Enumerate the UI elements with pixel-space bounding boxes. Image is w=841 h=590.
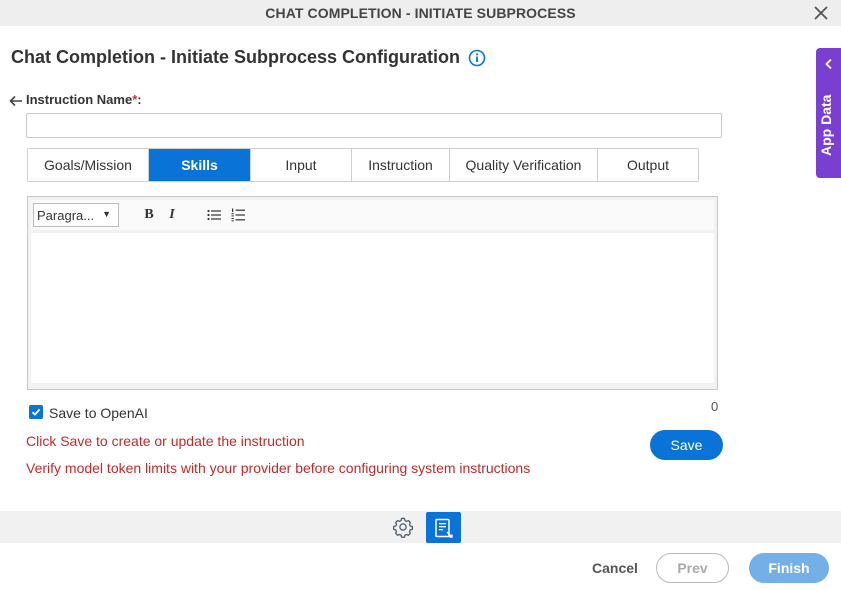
- label-colon: :: [137, 92, 142, 107]
- document-view-icon: [434, 518, 453, 538]
- checkmark-icon: [31, 408, 41, 416]
- arrow-left-icon[interactable]: [8, 93, 24, 109]
- finish-button[interactable]: Finish: [749, 553, 829, 583]
- character-count: 0: [711, 399, 719, 414]
- page-heading: Chat Completion - Initiate Subprocess Co…: [11, 47, 486, 68]
- save-to-openai-checkbox[interactable]: [29, 405, 43, 419]
- bottom-toolbar: [0, 511, 841, 543]
- dialog-title: CHAT COMPLETION - INITIATE SUBPROCESS: [265, 5, 576, 21]
- save-hint-message: Click Save to create or update the instr…: [26, 433, 305, 449]
- instruction-name-label-text: Instruction Name: [26, 92, 133, 107]
- save-button[interactable]: Save: [650, 430, 723, 460]
- app-data-panel-toggle[interactable]: App Data: [816, 48, 841, 178]
- info-icon[interactable]: [468, 49, 486, 67]
- tab-input[interactable]: Input: [251, 149, 352, 181]
- close-icon[interactable]: [811, 3, 831, 23]
- save-to-openai-label: Save to OpenAI: [49, 405, 148, 421]
- rich-text-editor: Paragra... ▼ B I: [27, 196, 718, 390]
- tab-goals-mission[interactable]: Goals/Mission: [28, 149, 149, 181]
- token-limit-warning: Verify model token limits with your prov…: [26, 460, 531, 476]
- numbered-list-icon: [231, 208, 245, 222]
- instruction-tabs: Goals/Mission Skills Input Instruction Q…: [27, 148, 699, 182]
- dialog-title-bar: CHAT COMPLETION - INITIATE SUBPROCESS: [0, 0, 841, 26]
- instruction-name-label: Instruction Name*:: [26, 92, 142, 107]
- bullet-list-button[interactable]: [203, 204, 225, 226]
- gear-icon[interactable]: [392, 516, 414, 538]
- italic-button[interactable]: I: [161, 204, 183, 226]
- bold-button[interactable]: B: [138, 204, 160, 226]
- chevron-down-icon: ▼: [102, 209, 111, 219]
- document-view-button[interactable]: [426, 512, 461, 543]
- numbered-list-button[interactable]: [227, 204, 249, 226]
- tab-output[interactable]: Output: [598, 149, 698, 181]
- cancel-button[interactable]: Cancel: [592, 560, 638, 576]
- page-title: Chat Completion - Initiate Subprocess Co…: [11, 47, 461, 67]
- instruction-name-input[interactable]: [26, 113, 722, 138]
- editor-content-area[interactable]: [31, 233, 714, 383]
- paragraph-format-value: Paragra...: [37, 207, 95, 223]
- paragraph-format-select[interactable]: Paragra... ▼: [33, 203, 119, 227]
- tab-skills[interactable]: Skills: [149, 149, 251, 181]
- tab-quality-verification[interactable]: Quality Verification: [450, 149, 598, 181]
- bullet-list-icon: [207, 209, 221, 221]
- editor-toolbar: Paragra... ▼ B I: [31, 200, 714, 230]
- prev-button[interactable]: Prev: [656, 553, 729, 583]
- chevron-left-icon: [825, 58, 832, 70]
- app-data-label: App Data: [818, 94, 834, 156]
- tab-instruction[interactable]: Instruction: [352, 149, 450, 181]
